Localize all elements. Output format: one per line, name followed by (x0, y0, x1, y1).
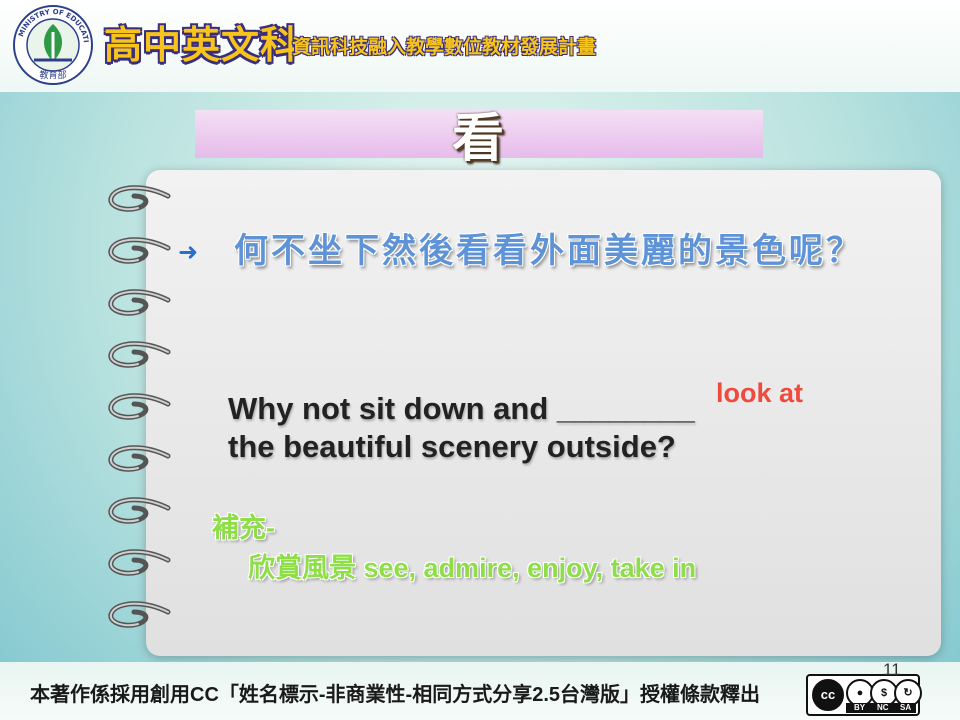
ministry-logo: MINISTRY OF EDUCATION 教育部 (12, 4, 93, 85)
spiral-binding (104, 182, 174, 652)
spiral-ring-icon (108, 497, 171, 524)
arrow-bullet-icon: ➜ (178, 238, 199, 266)
spiral-ring-icon (108, 445, 171, 472)
spiral-ring-icon (108, 601, 171, 628)
answer-text: look at (716, 378, 804, 408)
header: MINISTRY OF EDUCATION 教育部 高中英文科 資訊科技融入教學… (0, 0, 960, 92)
spiral-ring-icon (108, 341, 171, 368)
spiral-ring-icon (108, 237, 171, 264)
supplement-text: 欣賞風景 see, admire, enjoy, take in (248, 553, 697, 583)
cc-label-by: BY (854, 703, 866, 712)
cc-labels: BY NC SA (846, 703, 916, 713)
cc-license-badge[interactable]: cc ● $ ↻ BY NC SA (806, 674, 922, 716)
chinese-question: 何不坐下然後看看外面美麗的景色呢？ (234, 231, 863, 271)
course-subtitle: 資訊科技融入教學數位教材發展計畫 (292, 36, 597, 58)
page-number: 11 (883, 660, 901, 679)
course-title: 高中英文科 (104, 23, 300, 67)
spiral-ring-icon (108, 289, 171, 316)
cc-icon: cc (812, 679, 844, 711)
slide-heading: 看 (452, 109, 505, 169)
footer: 本著作係採用創用CC「姓名標示-非商業性-相同方式分享2.5台灣版」授權條款釋出… (0, 662, 960, 720)
cc-label-sa: SA (900, 703, 912, 712)
sentence-line-1: Why not sit down and ________ (228, 391, 695, 426)
spiral-ring-icon (108, 549, 171, 576)
supplement: 補充- 欣賞風景 see, admire, enjoy, take in (212, 508, 696, 588)
english-sentence: Why not sit down and ________ the beauti… (228, 390, 695, 466)
sentence-line-2: the beautiful scenery outside? (228, 429, 676, 464)
logo-caption: 教育部 (39, 69, 66, 81)
supplement-label: 補充- (212, 513, 275, 543)
license-text: 本著作係採用創用CC「姓名標示-非商業性-相同方式分享2.5台灣版」授權條款釋出 (30, 684, 761, 706)
cc-label-nc: NC (877, 703, 889, 712)
slide: MINISTRY OF EDUCATION 教育部 高中英文科 資訊科技融入教學… (0, 0, 960, 720)
spiral-ring-icon (108, 393, 171, 420)
spiral-ring-icon (108, 185, 171, 212)
